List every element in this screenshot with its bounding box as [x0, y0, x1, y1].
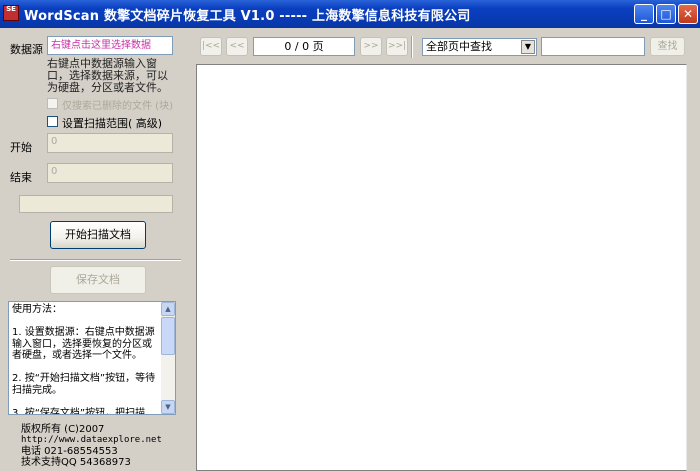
- search-mode-value: 全部页中查找: [426, 40, 492, 53]
- next-page-button[interactable]: >>: [360, 37, 382, 56]
- search-mode-select[interactable]: 全部页中查找 ▼: [422, 38, 537, 56]
- only-deleted-checkbox[interactable]: [47, 98, 58, 109]
- help-text: 使用方法： 1. 设置数据源：右键点中数据源输入窗口，选择要恢复的分区或者硬盘，…: [12, 304, 156, 415]
- minimize-button[interactable]: _: [634, 4, 654, 24]
- scan-range-checkbox[interactable]: [47, 116, 58, 127]
- last-page-button[interactable]: >>|: [386, 37, 408, 56]
- app-icon[interactable]: SE: [3, 5, 19, 21]
- prev-page-button[interactable]: <<: [226, 37, 248, 56]
- toolbar-separator: [411, 36, 413, 58]
- save-document-button[interactable]: 保存文档: [50, 266, 146, 294]
- copyright-text: 版权所有 (C)2007: [21, 424, 105, 435]
- maximize-button[interactable]: □: [656, 4, 676, 24]
- help-scrollbar[interactable]: ▲ ▼: [161, 302, 175, 414]
- start-scan-button[interactable]: 开始扫描文档: [50, 221, 146, 249]
- scroll-down-arrow-icon[interactable]: ▼: [161, 400, 175, 414]
- start-label: 开始: [10, 141, 32, 154]
- window-title: WordScan 数擎文档碎片恢复工具 V1.0 ----- 上海数擎信息科技有…: [24, 9, 471, 24]
- start-field[interactable]: 0: [47, 133, 173, 153]
- end-label: 结束: [10, 171, 32, 184]
- scroll-up-arrow-icon[interactable]: ▲: [161, 302, 175, 316]
- end-field[interactable]: 0: [47, 163, 173, 183]
- close-button[interactable]: ✕: [678, 4, 698, 24]
- chevron-down-icon[interactable]: ▼: [521, 40, 535, 54]
- phone-text: 电话 021-68554553: [21, 446, 118, 457]
- scrollbar-thumb[interactable]: [161, 317, 175, 355]
- only-deleted-label: 仅搜索已删除的文件 (块): [62, 101, 173, 112]
- help-textbox[interactable]: 使用方法： 1. 设置数据源：右键点中数据源输入窗口，选择要恢复的分区或者硬盘，…: [8, 301, 176, 415]
- scan-range-label: 设置扫描范围( 高级): [62, 117, 163, 130]
- first-page-button[interactable]: |<<: [200, 37, 222, 56]
- scan-progress-bar: [19, 195, 173, 213]
- source-label: 数据源: [10, 43, 43, 56]
- source-hint: 右键点中数据源输入窗口，选择数据来源，可以为硬盘，分区或者文件。: [47, 57, 168, 94]
- source-field[interactable]: 右键点击这里选择数据: [47, 36, 173, 55]
- website-text: http://www.dataexplore.net: [21, 435, 162, 445]
- search-input[interactable]: [541, 37, 645, 56]
- document-preview-area[interactable]: [196, 64, 687, 471]
- panel-divider: [10, 259, 181, 261]
- support-qq-text: 技术支持QQ 54368973: [21, 457, 131, 468]
- page-indicator[interactable]: 0 / 0 页: [253, 37, 355, 56]
- search-button[interactable]: 查找: [650, 37, 685, 56]
